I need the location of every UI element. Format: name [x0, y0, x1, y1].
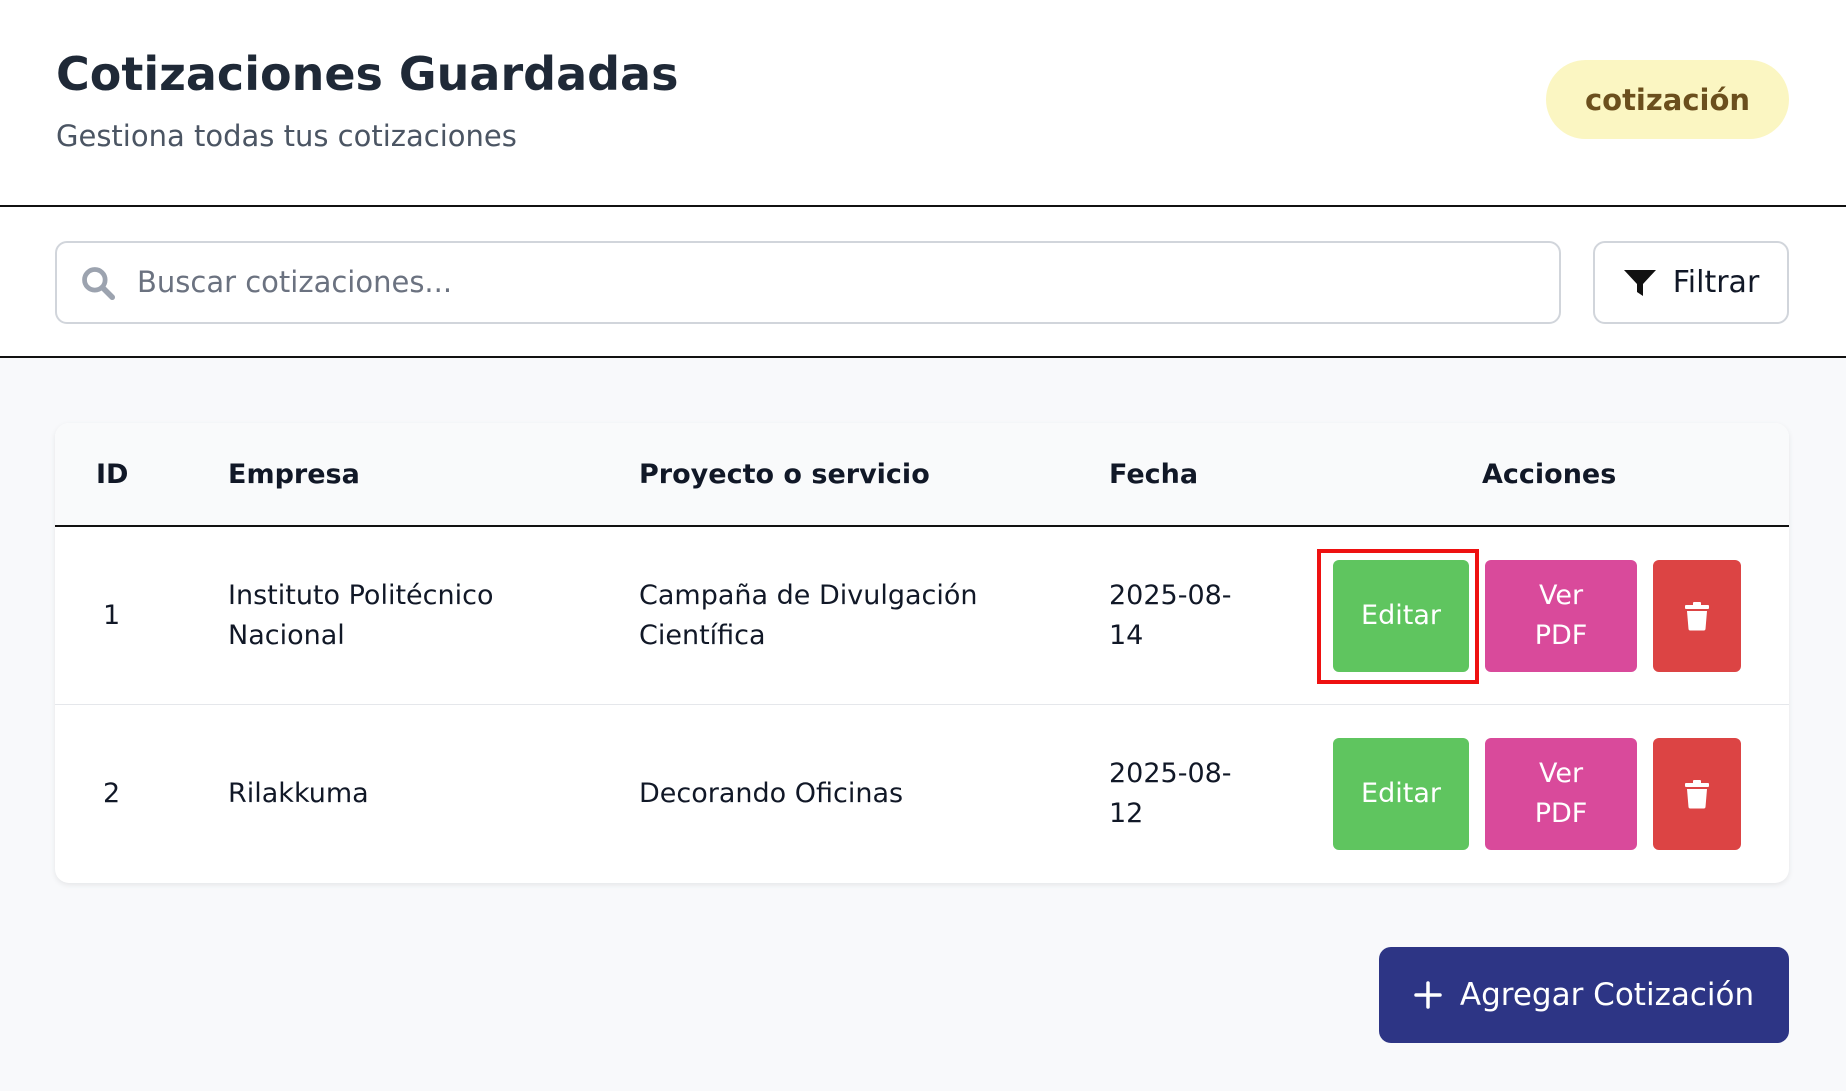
trash-icon — [1685, 602, 1709, 631]
cell-fecha: 2025-08-14 — [1109, 580, 1232, 651]
plus-icon — [1414, 981, 1442, 1009]
edit-button[interactable]: Editar — [1333, 738, 1469, 850]
cell-id: 1 — [103, 600, 121, 631]
page-title: Cotizaciones Guardadas — [56, 47, 679, 101]
type-badge: cotización — [1546, 60, 1789, 139]
delete-button[interactable] — [1653, 560, 1741, 672]
page-header: Cotizaciones Guardadas Gestiona todas tu… — [0, 0, 1846, 207]
view-pdf-button[interactable]: Ver PDF — [1485, 560, 1637, 672]
cell-proyecto: Campaña de Divulgación Científica — [639, 580, 978, 651]
table-row: 2 Rilakkuma Decorando Oficinas 2025-08-1… — [55, 705, 1789, 883]
add-quote-label: Agregar Cotización — [1459, 977, 1755, 1013]
view-pdf-label: Ver PDF — [1534, 580, 1588, 651]
table-row: 1 Instituto Politécnico Nacional Campaña… — [55, 527, 1789, 705]
search-box[interactable] — [55, 241, 1561, 324]
view-pdf-label: Ver PDF — [1534, 758, 1588, 829]
edit-button[interactable]: Editar — [1333, 560, 1469, 672]
table-header: ID Empresa Proyecto o servicio Fecha Acc… — [55, 423, 1789, 527]
search-icon — [82, 267, 116, 301]
cell-fecha: 2025-08-12 — [1109, 758, 1232, 829]
filter-label: Filtrar — [1672, 265, 1760, 300]
column-header-empresa: Empresa — [228, 459, 360, 490]
filter-icon — [1623, 269, 1656, 296]
column-header-fecha: Fecha — [1109, 459, 1199, 490]
trash-icon — [1685, 780, 1709, 809]
add-quote-button[interactable]: Agregar Cotización — [1379, 947, 1789, 1043]
cell-proyecto: Decorando Oficinas — [639, 778, 904, 809]
filter-button[interactable]: Filtrar — [1593, 241, 1789, 324]
view-pdf-button[interactable]: Ver PDF — [1485, 738, 1637, 850]
toolbar: Filtrar — [0, 207, 1846, 358]
delete-button[interactable] — [1653, 738, 1741, 850]
cell-empresa: Instituto Politécnico Nacional — [228, 580, 494, 651]
cell-id: 2 — [103, 778, 121, 809]
cell-empresa: Rilakkuma — [228, 778, 369, 809]
search-input[interactable] — [137, 257, 1537, 307]
quotes-table: ID Empresa Proyecto o servicio Fecha Acc… — [55, 423, 1789, 883]
column-header-acciones: Acciones — [1482, 459, 1617, 490]
column-header-proyecto: Proyecto o servicio — [639, 459, 930, 490]
page-subtitle: Gestiona todas tus cotizaciones — [56, 119, 517, 153]
column-header-id: ID — [96, 459, 129, 490]
